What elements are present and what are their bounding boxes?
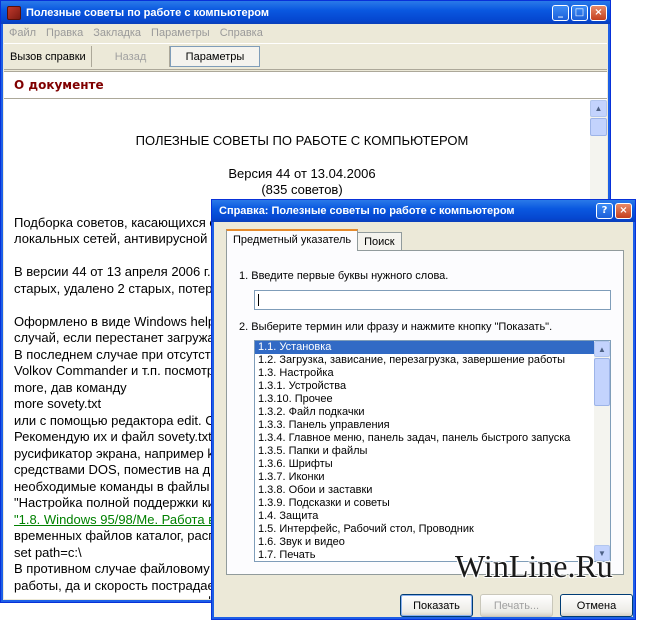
scroll-thumb[interactable]: [590, 118, 607, 136]
menu-edit[interactable]: Правка: [46, 27, 83, 39]
tips-count: (835 советов): [261, 182, 343, 197]
term-item[interactable]: 1.3.2. Файл подкачки: [255, 406, 594, 419]
term-items: 1.1. Установка 1.2. Загрузка, зависание, …: [255, 341, 594, 561]
term-item[interactable]: 1.2. Загрузка, зависание, перезагрузка, …: [255, 354, 594, 367]
show-button[interactable]: Показать: [400, 594, 473, 617]
main-window-title: Полезные советы по работе с компьютером: [26, 6, 270, 19]
print-button[interactable]: Печать...: [480, 594, 553, 617]
keyword-input[interactable]: [254, 290, 611, 310]
term-item[interactable]: 1.3.4. Главное меню, панель задач, панел…: [255, 432, 594, 445]
step1-label: 1. Введите первые буквы нужного слова.: [239, 270, 449, 282]
step2-label: 2. Выберите термин или фразу и нажмите к…: [239, 321, 553, 333]
book-icon: [7, 5, 21, 20]
term-item[interactable]: 1.4. Защита: [255, 510, 594, 523]
back-button[interactable]: Назад: [92, 46, 170, 67]
dialog-title: Справка: Полезные советы по работе с ком…: [219, 205, 515, 217]
document-version: Версия 44 от 13.04.2006 (835 советов): [14, 166, 590, 199]
menu-options[interactable]: Параметры: [151, 27, 210, 39]
document-title: ПОЛЕЗНЫЕ СОВЕТЫ ПО РАБОТЕ С КОМПЬЮТЕРОМ: [135, 133, 469, 148]
tab-search[interactable]: Поиск: [357, 232, 402, 251]
section-header: О документе: [4, 72, 607, 99]
main-title-bar[interactable]: Полезные советы по работе с компьютером …: [1, 1, 610, 24]
term-scroll-thumb[interactable]: [594, 358, 610, 406]
version-line: Версия 44 от 13.04.2006: [228, 165, 376, 181]
menu-file[interactable]: Файл: [9, 27, 36, 39]
menu-bookmark[interactable]: Закладка: [93, 27, 141, 39]
menu-help[interactable]: Справка: [220, 27, 263, 39]
scroll-up-arrow-icon[interactable]: ▲: [594, 341, 610, 357]
minimize-button[interactable]: _: [552, 4, 569, 21]
term-list[interactable]: 1.1. Установка 1.2. Загрузка, зависание, …: [254, 340, 611, 562]
toolbar: Вызов справки Назад Параметры: [4, 43, 607, 70]
maximize-button[interactable]: □: [571, 4, 588, 21]
dialog-close-button[interactable]: ×: [615, 203, 632, 219]
term-item[interactable]: 1.3.3. Панель управления: [255, 419, 594, 432]
cancel-button[interactable]: Отмена: [560, 594, 633, 617]
term-item[interactable]: 1.3.9. Подсказки и советы: [255, 497, 594, 510]
index-panel: 1. Введите первые буквы нужного слова. 2…: [226, 250, 624, 575]
term-item[interactable]: 1.5. Интерфейс, Рабочий стол, Проводник: [255, 523, 594, 536]
dialog-tabs: Предметный указатель Поиск: [226, 229, 402, 251]
watermark-logo: WinLine.Ru: [455, 548, 613, 584]
term-item[interactable]: 1.3.6. Шрифты: [255, 458, 594, 471]
options-button[interactable]: Параметры: [170, 46, 260, 67]
help-call-button[interactable]: Вызов справки: [8, 46, 92, 67]
scroll-up-arrow-icon[interactable]: ▲: [590, 100, 607, 117]
term-item[interactable]: 1.3.7. Иконки: [255, 471, 594, 484]
term-item[interactable]: 1.1. Установка: [255, 341, 594, 354]
term-item[interactable]: 1.3. Настройка: [255, 367, 594, 380]
term-item[interactable]: 1.3.8. Обои и заставки: [255, 484, 594, 497]
close-button[interactable]: ×: [590, 4, 607, 21]
help-button[interactable]: ?: [596, 203, 613, 219]
menu-bar: Файл Правка Закладка Параметры Справка: [4, 24, 607, 42]
term-item[interactable]: 1.3.1. Устройства: [255, 380, 594, 393]
term-item[interactable]: 1.3.10. Прочее: [255, 393, 594, 406]
tab-index[interactable]: Предметный указатель: [226, 229, 359, 251]
text-caret: [258, 294, 259, 306]
term-item[interactable]: 1.3.5. Папки и файлы: [255, 445, 594, 458]
dialog-title-bar[interactable]: Справка: Полезные советы по работе с ком…: [212, 200, 635, 222]
term-list-scrollbar[interactable]: ▲ ▼: [594, 341, 610, 561]
